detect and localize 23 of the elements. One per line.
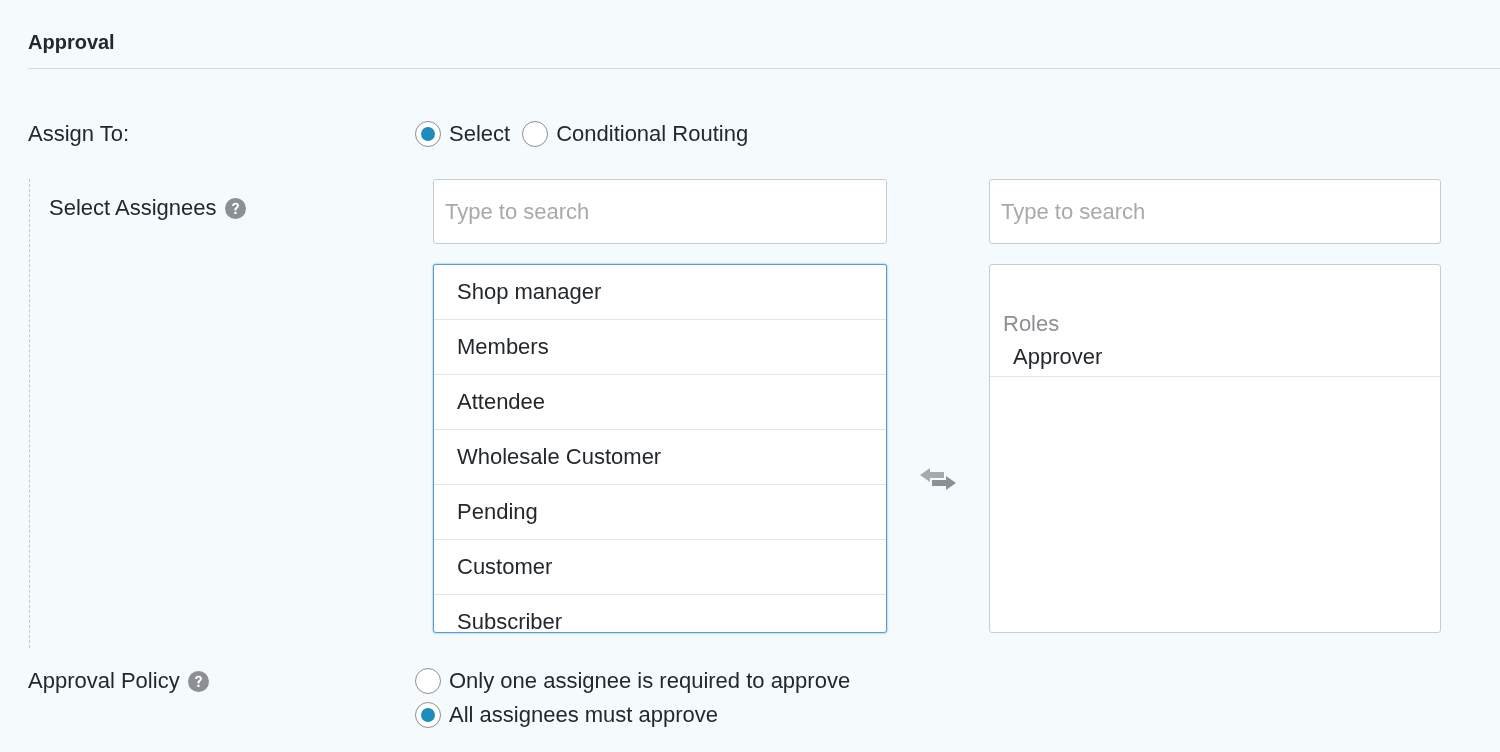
swap-arrows-icon[interactable] <box>918 465 958 492</box>
list-item[interactable]: Subscriber <box>434 595 886 632</box>
radio-option[interactable]: Only one assignee is required to approve <box>415 668 851 694</box>
field-label: Select Assignees <box>49 195 217 221</box>
field-label: Approval Policy <box>28 668 180 694</box>
list-item[interactable]: Wholesale Customer <box>434 430 886 485</box>
list-item[interactable]: Customer <box>434 540 886 595</box>
radio-option[interactable]: Conditional Routing <box>522 121 749 147</box>
search-field[interactable]: Type to search <box>989 179 1441 244</box>
available-list[interactable]: Shop manager Members Attendee Wholesale Customer Pending Customer Subscriber <box>433 264 887 633</box>
search-field[interactable]: Type to search <box>433 179 887 244</box>
list-item[interactable]: Members <box>434 320 886 375</box>
field-label: Assign To: <box>28 121 131 147</box>
section-title: Approval <box>28 30 115 54</box>
list-item[interactable]: Approver <box>990 337 1440 377</box>
radio-option[interactable]: All assignees must approve <box>415 702 719 728</box>
radio-option[interactable]: Select <box>415 121 511 147</box>
list-item[interactable]: Shop manager <box>434 265 886 320</box>
list-item[interactable]: Pending <box>434 485 886 540</box>
group-label: Roles <box>1002 310 1061 337</box>
list-item[interactable]: Attendee <box>434 375 886 430</box>
help-icon[interactable] <box>187 670 209 692</box>
help-icon[interactable] <box>224 197 246 219</box>
